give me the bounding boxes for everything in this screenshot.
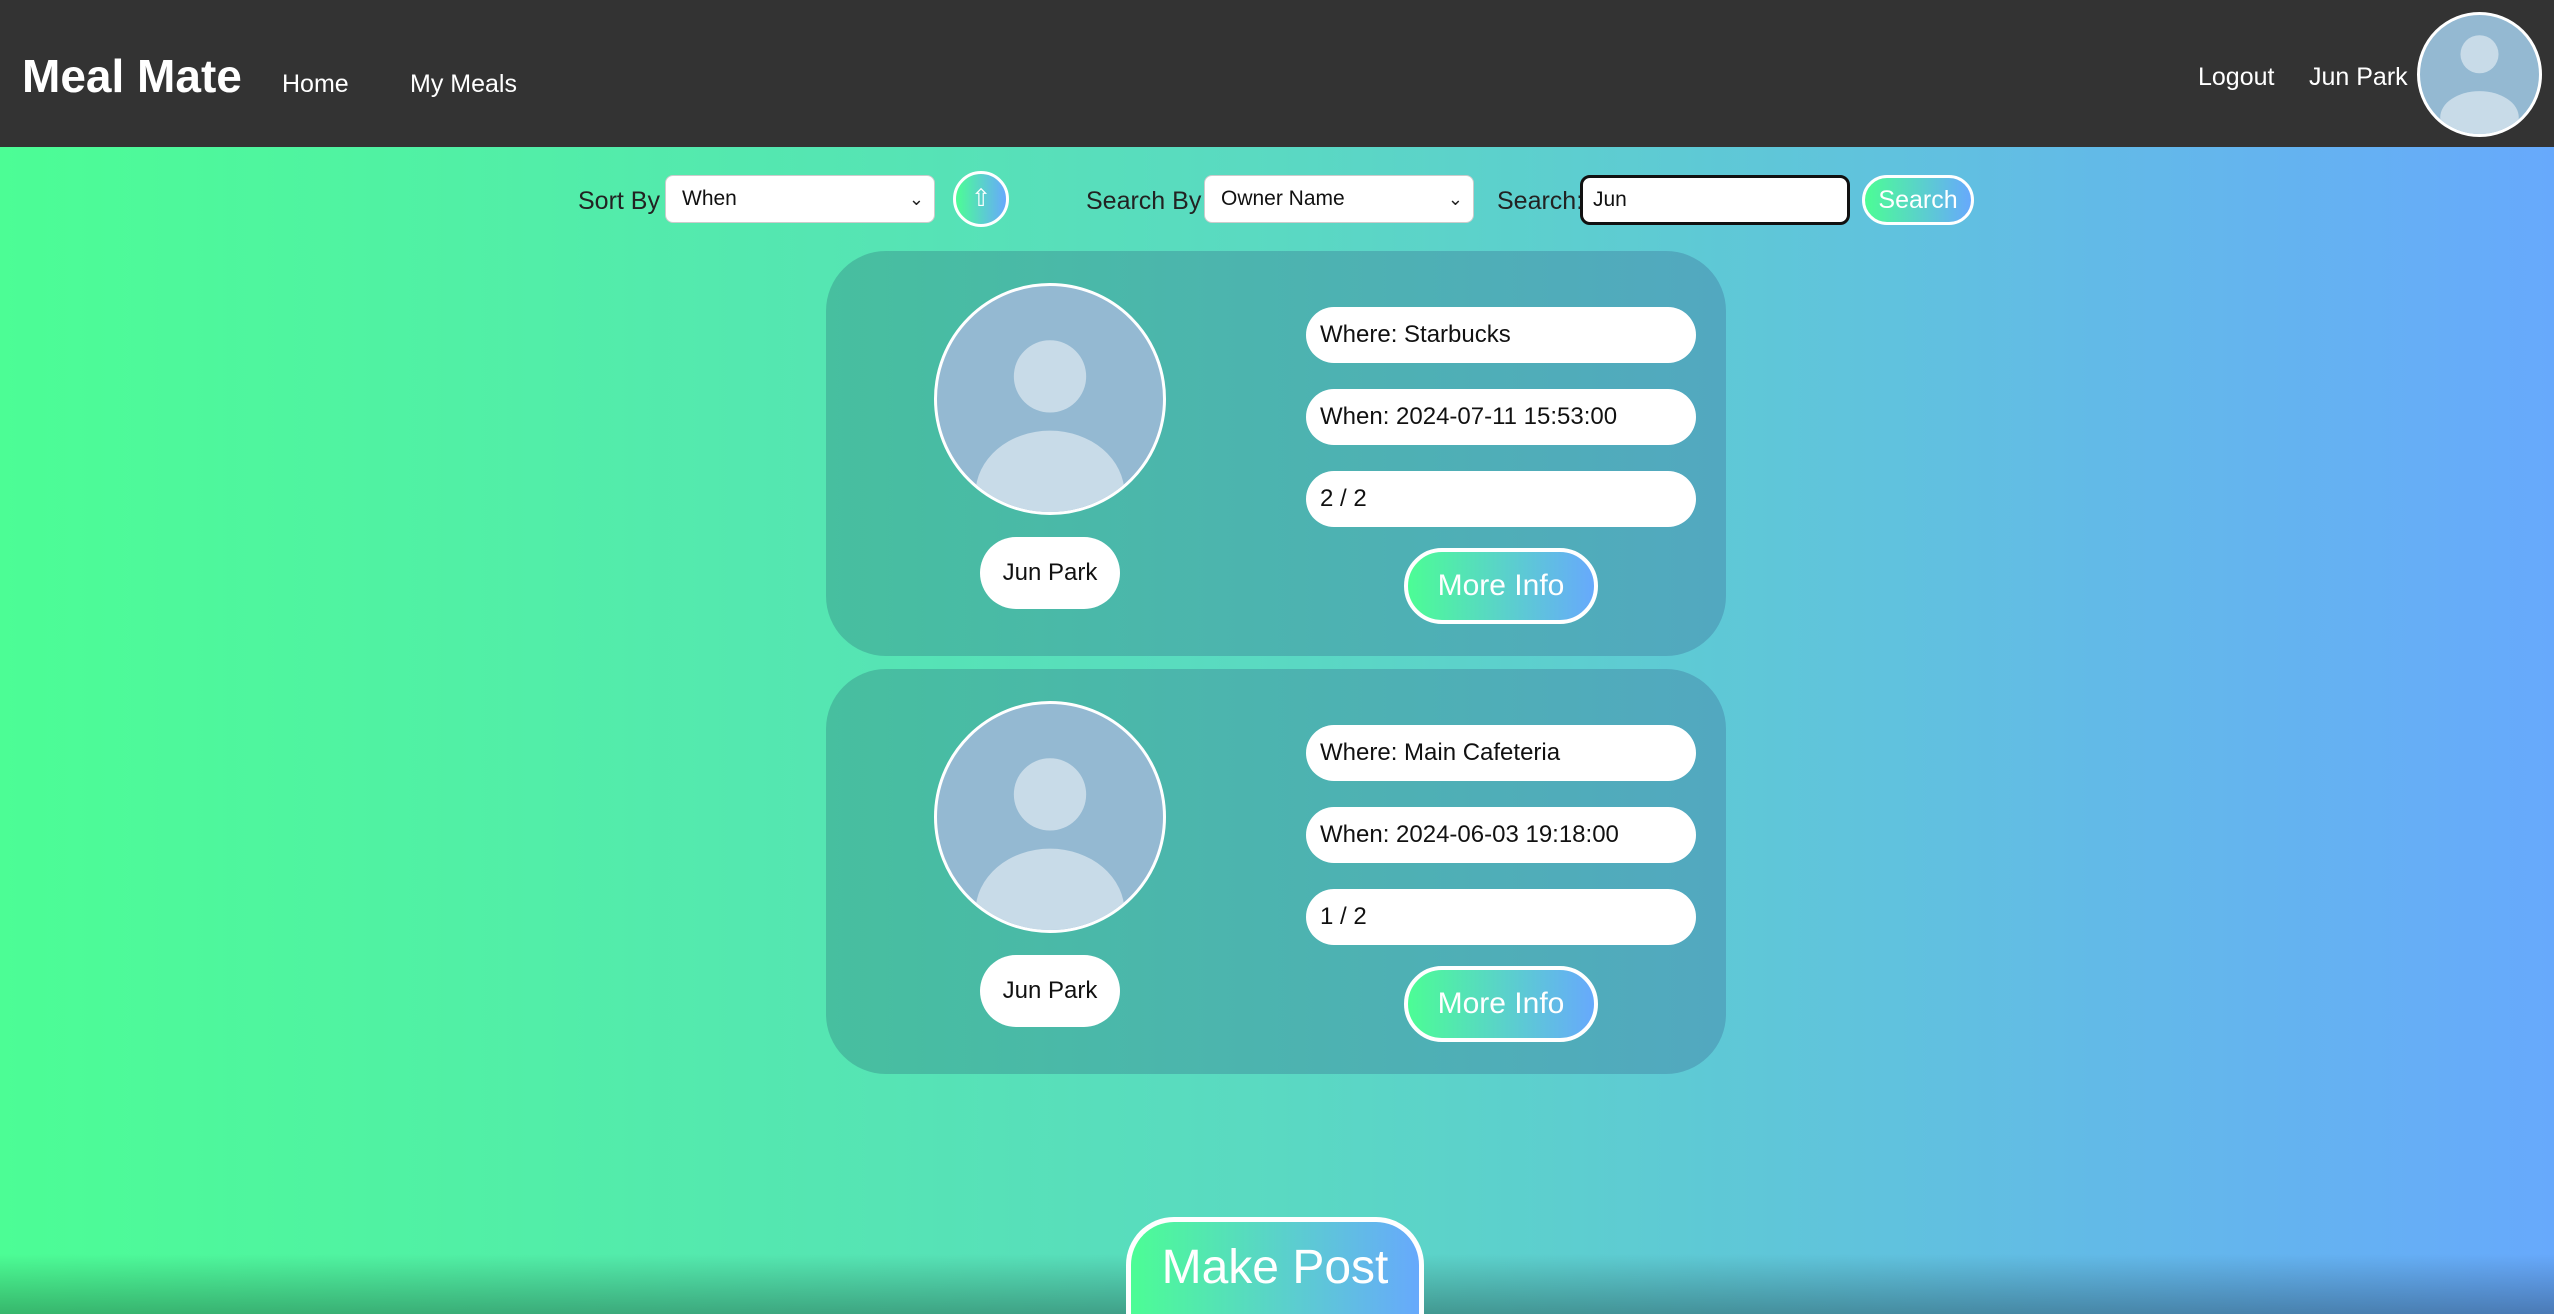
app-brand[interactable]: Meal Mate: [22, 46, 242, 106]
search-button[interactable]: Search: [1862, 175, 1974, 225]
more-info-button[interactable]: More Info: [1404, 548, 1598, 624]
meal-attendee-count: 2 / 2: [1306, 471, 1696, 527]
more-info-button[interactable]: More Info: [1404, 966, 1598, 1042]
sort-by-select[interactable]: When ⌄: [665, 175, 935, 223]
meal-attendee-count: 1 / 2: [1306, 889, 1696, 945]
nav-logout-link[interactable]: Logout: [2198, 57, 2274, 97]
nav-user-name[interactable]: Jun Park: [2309, 57, 2408, 97]
meal-when: When: 2024-07-11 15:53:00: [1306, 389, 1696, 445]
sort-direction-button[interactable]: ⇧: [953, 171, 1009, 227]
top-navbar: Meal Mate Home My Meals Logout Jun Park: [0, 0, 2554, 147]
owner-avatar-icon: [934, 701, 1166, 933]
filter-controls: Sort By When ⌄ ⇧ Search By Owner Name ⌄ …: [0, 171, 2554, 227]
chevron-down-icon: ⌄: [908, 189, 924, 209]
meal-where: Where: Starbucks: [1306, 307, 1696, 363]
sort-by-value: When: [682, 187, 737, 210]
chevron-down-icon: ⌄: [1447, 189, 1463, 209]
user-avatar-icon[interactable]: [2417, 12, 2542, 137]
make-post-button[interactable]: Make Post: [1126, 1217, 1424, 1314]
nav-my-meals-link[interactable]: My Meals: [410, 64, 517, 104]
meal-card: Jun Park Where: Starbucks When: 2024-07-…: [826, 251, 1726, 656]
search-by-value: Owner Name: [1221, 187, 1345, 210]
meal-when: When: 2024-06-03 19:18:00: [1306, 807, 1696, 863]
nav-home-link[interactable]: Home: [282, 64, 349, 104]
owner-name: Jun Park: [980, 537, 1120, 609]
search-input[interactable]: [1580, 175, 1850, 225]
owner-avatar-icon: [934, 283, 1166, 515]
sort-by-label: Sort By: [578, 187, 660, 215]
meal-where: Where: Main Cafeteria: [1306, 725, 1696, 781]
search-by-label: Search By: [1086, 187, 1202, 215]
search-label: Search:: [1497, 187, 1584, 215]
search-by-select[interactable]: Owner Name ⌄: [1204, 175, 1474, 223]
owner-name: Jun Park: [980, 955, 1120, 1027]
meal-card: Jun Park Where: Main Cafeteria When: 202…: [826, 669, 1726, 1074]
